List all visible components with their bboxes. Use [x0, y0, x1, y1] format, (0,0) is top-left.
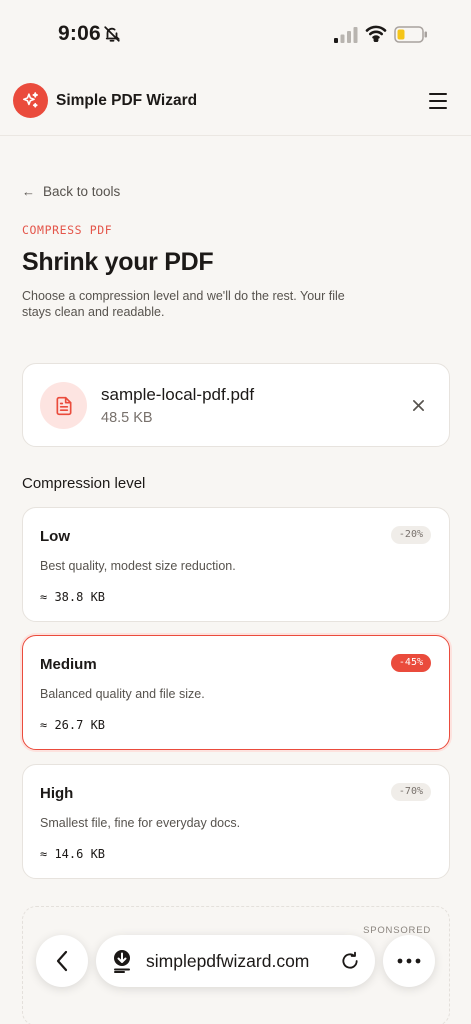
level-estimate: ≈ 14.6 KB	[40, 847, 106, 861]
battery-icon	[394, 26, 427, 43]
compression-option-medium[interactable]: Medium -45% Balanced quality and file si…	[22, 635, 450, 750]
sponsored-label: SPONSORED	[363, 925, 431, 936]
level-name: Medium	[40, 656, 97, 673]
browser-back-button[interactable]	[36, 935, 88, 987]
level-description: Balanced quality and file size.	[40, 687, 205, 701]
document-icon	[56, 396, 71, 415]
level-estimate: ≈ 38.8 KB	[40, 590, 106, 604]
reduction-badge: -20%	[390, 526, 431, 544]
download-icon	[114, 950, 130, 973]
back-icon	[56, 950, 68, 972]
browser-more-button[interactable]	[383, 935, 435, 987]
level-description: Best quality, modest size reduction.	[40, 559, 236, 573]
status-bar: 9:06	[0, 0, 471, 70]
reload-icon[interactable]	[340, 951, 360, 971]
compression-level-label: Compression level	[22, 475, 146, 492]
hamburger-menu-icon[interactable]	[429, 93, 447, 109]
page-eyebrow: COMPRESS PDF	[22, 223, 113, 237]
compression-option-high[interactable]: High -70% Smallest file, fine for everyd…	[22, 764, 450, 879]
page-subtitle: Choose a compression level and we'll do …	[22, 289, 345, 319]
app-header: Simple PDF Wizard	[0, 70, 471, 136]
arrow-left-icon: ←	[22, 184, 35, 199]
file-size: 48.5 KB	[101, 410, 153, 426]
app-title[interactable]: Simple PDF Wizard	[56, 92, 197, 110]
file-name: sample-local-pdf.pdf	[101, 385, 255, 404]
page-title: Shrink your PDF	[22, 248, 214, 276]
reduction-badge: -45%	[390, 654, 431, 672]
signal-icon	[334, 27, 358, 43]
compression-option-low[interactable]: Low -20% Best quality, modest size reduc…	[22, 507, 450, 622]
level-estimate: ≈ 26.7 KB	[40, 718, 106, 732]
sparkle-icon	[22, 92, 39, 108]
bell-off-icon	[104, 26, 121, 42]
file-icon-badge	[40, 382, 87, 429]
more-icon	[397, 958, 421, 964]
browser-url: simplepdfwizard.com	[146, 951, 310, 971]
remove-file-button[interactable]	[407, 394, 429, 416]
wifi-icon	[365, 25, 387, 42]
selected-file-card: sample-local-pdf.pdf 48.5 KB	[22, 363, 450, 447]
browser-address-bar[interactable]: simplepdfwizard.com	[96, 935, 375, 987]
status-time: 9:06	[58, 22, 101, 45]
level-description: Smallest file, fine for everyday docs.	[40, 816, 241, 830]
level-name: High	[40, 785, 74, 802]
reduction-badge: -70%	[390, 783, 431, 801]
back-link-label: Back to tools	[43, 184, 121, 199]
back-to-tools-link[interactable]: ← Back to tools	[22, 184, 120, 199]
level-name: Low	[40, 528, 70, 545]
app-logo[interactable]	[13, 83, 48, 118]
close-icon	[412, 399, 424, 411]
